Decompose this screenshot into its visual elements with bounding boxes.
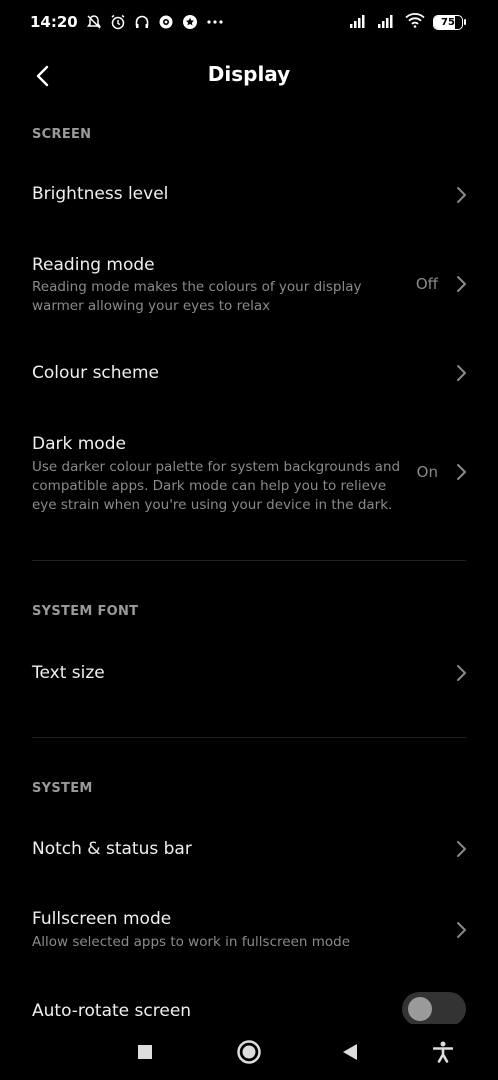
signal-icon-2 [377, 13, 397, 32]
chevron-right-icon [457, 922, 466, 938]
chevron-right-icon [457, 187, 466, 203]
colour-scheme-title: Colour scheme [32, 363, 160, 383]
square-icon [138, 1045, 152, 1059]
page-title: Display [207, 62, 291, 86]
brightness-level-row[interactable]: Brightness level [0, 160, 498, 230]
record-icon [158, 14, 174, 30]
colour-scheme-row[interactable]: Colour scheme [0, 340, 498, 410]
chevron-right-icon [457, 841, 466, 857]
system-status-icons: 75 [349, 12, 466, 32]
dark-mode-subtitle-2: compatible apps. Dark mode can help you … [32, 478, 387, 494]
reading-mode-subtitle-2: warmer allowing your eyes to relax [32, 298, 271, 314]
recents-button[interactable] [127, 1034, 163, 1070]
star-badge-icon [182, 14, 198, 30]
circle-icon [237, 1040, 261, 1064]
battery-icon: 75 [433, 14, 466, 30]
dark-mode-subtitle-1: Use darker colour palette for system bac… [32, 459, 401, 475]
accessibility-icon [433, 1041, 453, 1063]
accessibility-button[interactable] [425, 1034, 461, 1070]
headphones-icon [134, 14, 150, 30]
chevron-right-icon [457, 665, 466, 681]
status-bar: 14:20 75 [0, 0, 498, 44]
reading-mode-title: Reading mode [32, 255, 155, 275]
text-size-title: Text size [32, 663, 105, 683]
section-header-screen: SCREEN [32, 127, 92, 142]
chevron-right-icon [457, 276, 466, 292]
notch-status-bar-title: Notch & status bar [32, 839, 192, 859]
home-button[interactable] [231, 1034, 267, 1070]
reading-mode-subtitle-1: Reading mode makes the colours of your d… [32, 279, 362, 295]
section-divider [32, 560, 466, 561]
section-header-system-font: SYSTEM FONT [32, 604, 139, 619]
dark-mode-value: On [416, 463, 438, 481]
navigation-bar [0, 1024, 498, 1080]
notifications-off-icon [86, 14, 102, 30]
triangle-back-icon [343, 1044, 357, 1060]
chevron-right-icon [457, 365, 466, 381]
chevron-right-icon [457, 464, 466, 480]
notification-icons [86, 14, 224, 30]
reading-mode-row[interactable]: Reading mode Reading mode makes the colo… [0, 240, 498, 330]
more-notifications-icon [206, 14, 224, 30]
auto-rotate-title: Auto-rotate screen [32, 1001, 192, 1021]
fullscreen-mode-row[interactable]: Fullscreen mode Allow selected apps to w… [0, 895, 498, 970]
status-time: 14:20 [30, 13, 78, 31]
brightness-level-title: Brightness level [32, 184, 169, 204]
dark-mode-title: Dark mode [32, 434, 126, 454]
section-divider [32, 737, 466, 738]
back-nav-button[interactable] [332, 1034, 368, 1070]
auto-rotate-toggle[interactable] [402, 992, 466, 1026]
reading-mode-value: Off [415, 275, 438, 293]
notch-status-bar-row[interactable]: Notch & status bar [0, 815, 498, 885]
app-header: Display [0, 48, 498, 104]
alarm-icon [110, 14, 126, 30]
section-header-system: SYSTEM [32, 781, 93, 796]
fullscreen-mode-title: Fullscreen mode [32, 909, 172, 929]
dark-mode-subtitle-3: eye strain when you're using your device… [32, 497, 393, 513]
battery-level: 75 [441, 16, 455, 28]
wifi-icon [405, 12, 425, 32]
dark-mode-row[interactable]: Dark mode Use darker colour palette for … [0, 420, 498, 530]
signal-icon-1 [349, 13, 369, 32]
toggle-knob [408, 997, 432, 1021]
text-size-row[interactable]: Text size [0, 638, 498, 708]
fullscreen-mode-subtitle: Allow selected apps to work in fullscree… [32, 934, 351, 950]
